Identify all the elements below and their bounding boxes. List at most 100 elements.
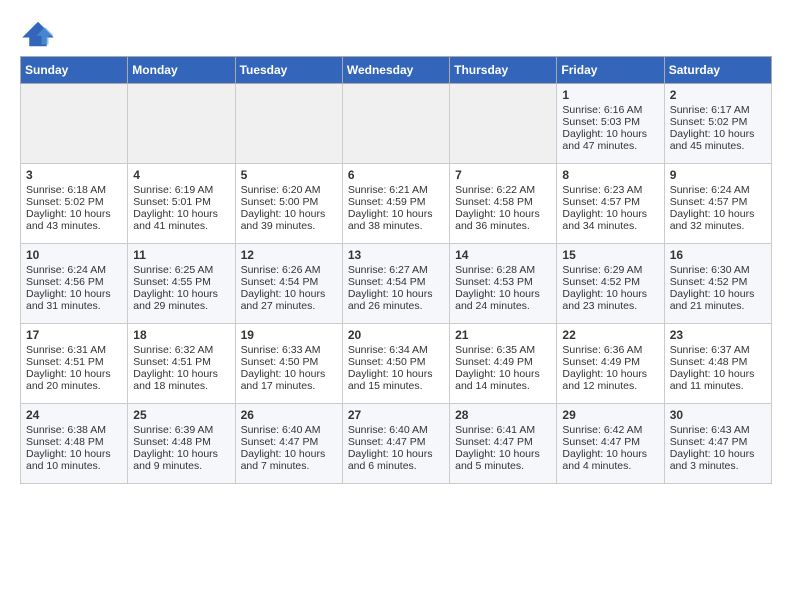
calendar-cell: 2Sunrise: 6:17 AMSunset: 5:02 PMDaylight… [664,84,771,164]
sunrise-text: Sunrise: 6:29 AM [562,264,642,276]
day-number: 13 [348,248,444,262]
daylight-text: Daylight: 10 hours and 27 minutes. [241,288,326,312]
calendar-table: SundayMondayTuesdayWednesdayThursdayFrid… [20,56,772,484]
sunrise-text: Sunrise: 6:24 AM [670,184,750,196]
day-number: 14 [455,248,551,262]
sunset-text: Sunset: 4:54 PM [241,276,319,288]
day-number: 17 [26,328,122,342]
day-number: 25 [133,408,229,422]
sunrise-text: Sunrise: 6:20 AM [241,184,321,196]
calendar-cell: 22Sunrise: 6:36 AMSunset: 4:49 PMDayligh… [557,324,664,404]
calendar-cell: 8Sunrise: 6:23 AMSunset: 4:57 PMDaylight… [557,164,664,244]
sunrise-text: Sunrise: 6:27 AM [348,264,428,276]
calendar-cell: 3Sunrise: 6:18 AMSunset: 5:02 PMDaylight… [21,164,128,244]
day-number: 9 [670,168,766,182]
sunrise-text: Sunrise: 6:19 AM [133,184,213,196]
sunset-text: Sunset: 4:50 PM [241,356,319,368]
sunrise-text: Sunrise: 6:26 AM [241,264,321,276]
daylight-text: Daylight: 10 hours and 3 minutes. [670,448,755,472]
logo [20,20,60,48]
calendar-cell: 16Sunrise: 6:30 AMSunset: 4:52 PMDayligh… [664,244,771,324]
day-number: 30 [670,408,766,422]
sunrise-text: Sunrise: 6:22 AM [455,184,535,196]
day-number: 2 [670,88,766,102]
weekday-header-tuesday: Tuesday [235,57,342,84]
calendar-cell: 27Sunrise: 6:40 AMSunset: 4:47 PMDayligh… [342,404,449,484]
sunset-text: Sunset: 4:47 PM [670,436,748,448]
calendar-cell: 10Sunrise: 6:24 AMSunset: 4:56 PMDayligh… [21,244,128,324]
week-row-2: 3Sunrise: 6:18 AMSunset: 5:02 PMDaylight… [21,164,772,244]
sunrise-text: Sunrise: 6:40 AM [241,424,321,436]
daylight-text: Daylight: 10 hours and 5 minutes. [455,448,540,472]
sunset-text: Sunset: 4:52 PM [562,276,640,288]
calendar-cell: 26Sunrise: 6:40 AMSunset: 4:47 PMDayligh… [235,404,342,484]
day-number: 12 [241,248,337,262]
week-row-4: 17 Sunrise: 6:31 AM Sunset: 4:51 PM Dayligh… [21,324,772,404]
daylight-text: Daylight: 10 hours and 14 minutes. [455,368,540,392]
sunrise-text: Sunrise: 6:17 AM [670,104,750,116]
calendar-cell [342,84,449,164]
daylight-text: Daylight: 10 hours and 11 minutes. [670,368,755,392]
sunset-text: Sunset: 4:51 PM [133,356,211,368]
calendar-cell [235,84,342,164]
calendar-cell: 7Sunrise: 6:22 AMSunset: 4:58 PMDaylight… [450,164,557,244]
sunrise-text: Sunrise: 6:42 AM [562,424,642,436]
day-number: 28 [455,408,551,422]
day-number: 8 [562,168,658,182]
sunrise-text: Sunrise: 6:38 AM [26,424,106,436]
calendar-cell: 23Sunrise: 6:37 AMSunset: 4:48 PMDayligh… [664,324,771,404]
sunrise-text: Sunrise: 6:18 AM [26,184,106,196]
sunset-text: Sunset: 4:59 PM [348,196,426,208]
sunrise-text: Sunrise: 6:43 AM [670,424,750,436]
calendar-cell: 28Sunrise: 6:41 AMSunset: 4:47 PMDayligh… [450,404,557,484]
calendar-cell: 19Sunrise: 6:33 AMSunset: 4:50 PMDayligh… [235,324,342,404]
sunrise-text: Sunrise: 6:21 AM [348,184,428,196]
sunset-text: Sunset: 4:47 PM [455,436,533,448]
day-number: 7 [455,168,551,182]
sunrise-text: Sunrise: 6:23 AM [562,184,642,196]
weekday-header-friday: Friday [557,57,664,84]
day-number: 4 [133,168,229,182]
sunset-text: Sunset: 4:47 PM [348,436,426,448]
daylight-text: Daylight: 10 hours and 20 minutes. [26,368,111,392]
sunrise-text: Sunrise: 6:16 AM [562,104,642,116]
daylight-text: Daylight: 10 hours and 15 minutes. [348,368,433,392]
calendar-cell: 25Sunrise: 6:39 AMSunset: 4:48 PMDayligh… [128,404,235,484]
sunrise-text: Sunrise: 6:31 AM [26,344,106,356]
daylight-text: Daylight: 10 hours and 39 minutes. [241,208,326,232]
calendar-cell [128,84,235,164]
calendar-body: 1 Sunrise: 6:16 AMSunset: 5:03 PM Daylight… [21,84,772,484]
daylight-text: Daylight: 10 hours and 24 minutes. [455,288,540,312]
day-number: 1 [562,88,658,102]
daylight-text: Daylight: 10 hours and 23 minutes. [562,288,647,312]
calendar-cell: 14Sunrise: 6:28 AMSunset: 4:53 PMDayligh… [450,244,557,324]
sunset-text: Sunset: 4:49 PM [455,356,533,368]
daylight-text: Daylight: 10 hours and 10 minutes. [26,448,111,472]
sunrise-text: Sunrise: 6:39 AM [133,424,213,436]
sunrise-text: Sunrise: 6:36 AM [562,344,642,356]
daylight-text: Daylight: 10 hours and 41 minutes. [133,208,218,232]
day-number: 6 [348,168,444,182]
sunset-text: Sunset: 5:03 PM [562,116,640,128]
weekday-header-sunday: Sunday [21,57,128,84]
calendar-cell: 11Sunrise: 6:25 AMSunset: 4:55 PMDayligh… [128,244,235,324]
sunrise-text: Sunrise: 6:32 AM [133,344,213,356]
day-number: 10 [26,248,122,262]
daylight-text: Daylight: 10 hours and 4 minutes. [562,448,647,472]
sunset-text: Sunset: 4:57 PM [670,196,748,208]
calendar-cell: 29Sunrise: 6:42 AMSunset: 4:47 PMDayligh… [557,404,664,484]
daylight-text: Daylight: 10 hours and 45 minutes. [670,128,755,152]
daylight-text: Daylight: 10 hours and 43 minutes. [26,208,111,232]
sunset-text: Sunset: 4:52 PM [670,276,748,288]
calendar-cell: 13Sunrise: 6:27 AMSunset: 4:54 PMDayligh… [342,244,449,324]
sunset-text: Sunset: 4:58 PM [455,196,533,208]
sunset-text: Sunset: 4:57 PM [562,196,640,208]
sunrise-text: Sunrise: 6:30 AM [670,264,750,276]
week-row-5: 24Sunrise: 6:38 AMSunset: 4:48 PMDayligh… [21,404,772,484]
sunrise-text: Sunrise: 6:35 AM [455,344,535,356]
day-number: 27 [348,408,444,422]
daylight-text: Daylight: 10 hours and 7 minutes. [241,448,326,472]
weekday-header-row: SundayMondayTuesdayWednesdayThursdayFrid… [21,57,772,84]
day-number: 3 [26,168,122,182]
sunset-text: Sunset: 4:48 PM [133,436,211,448]
